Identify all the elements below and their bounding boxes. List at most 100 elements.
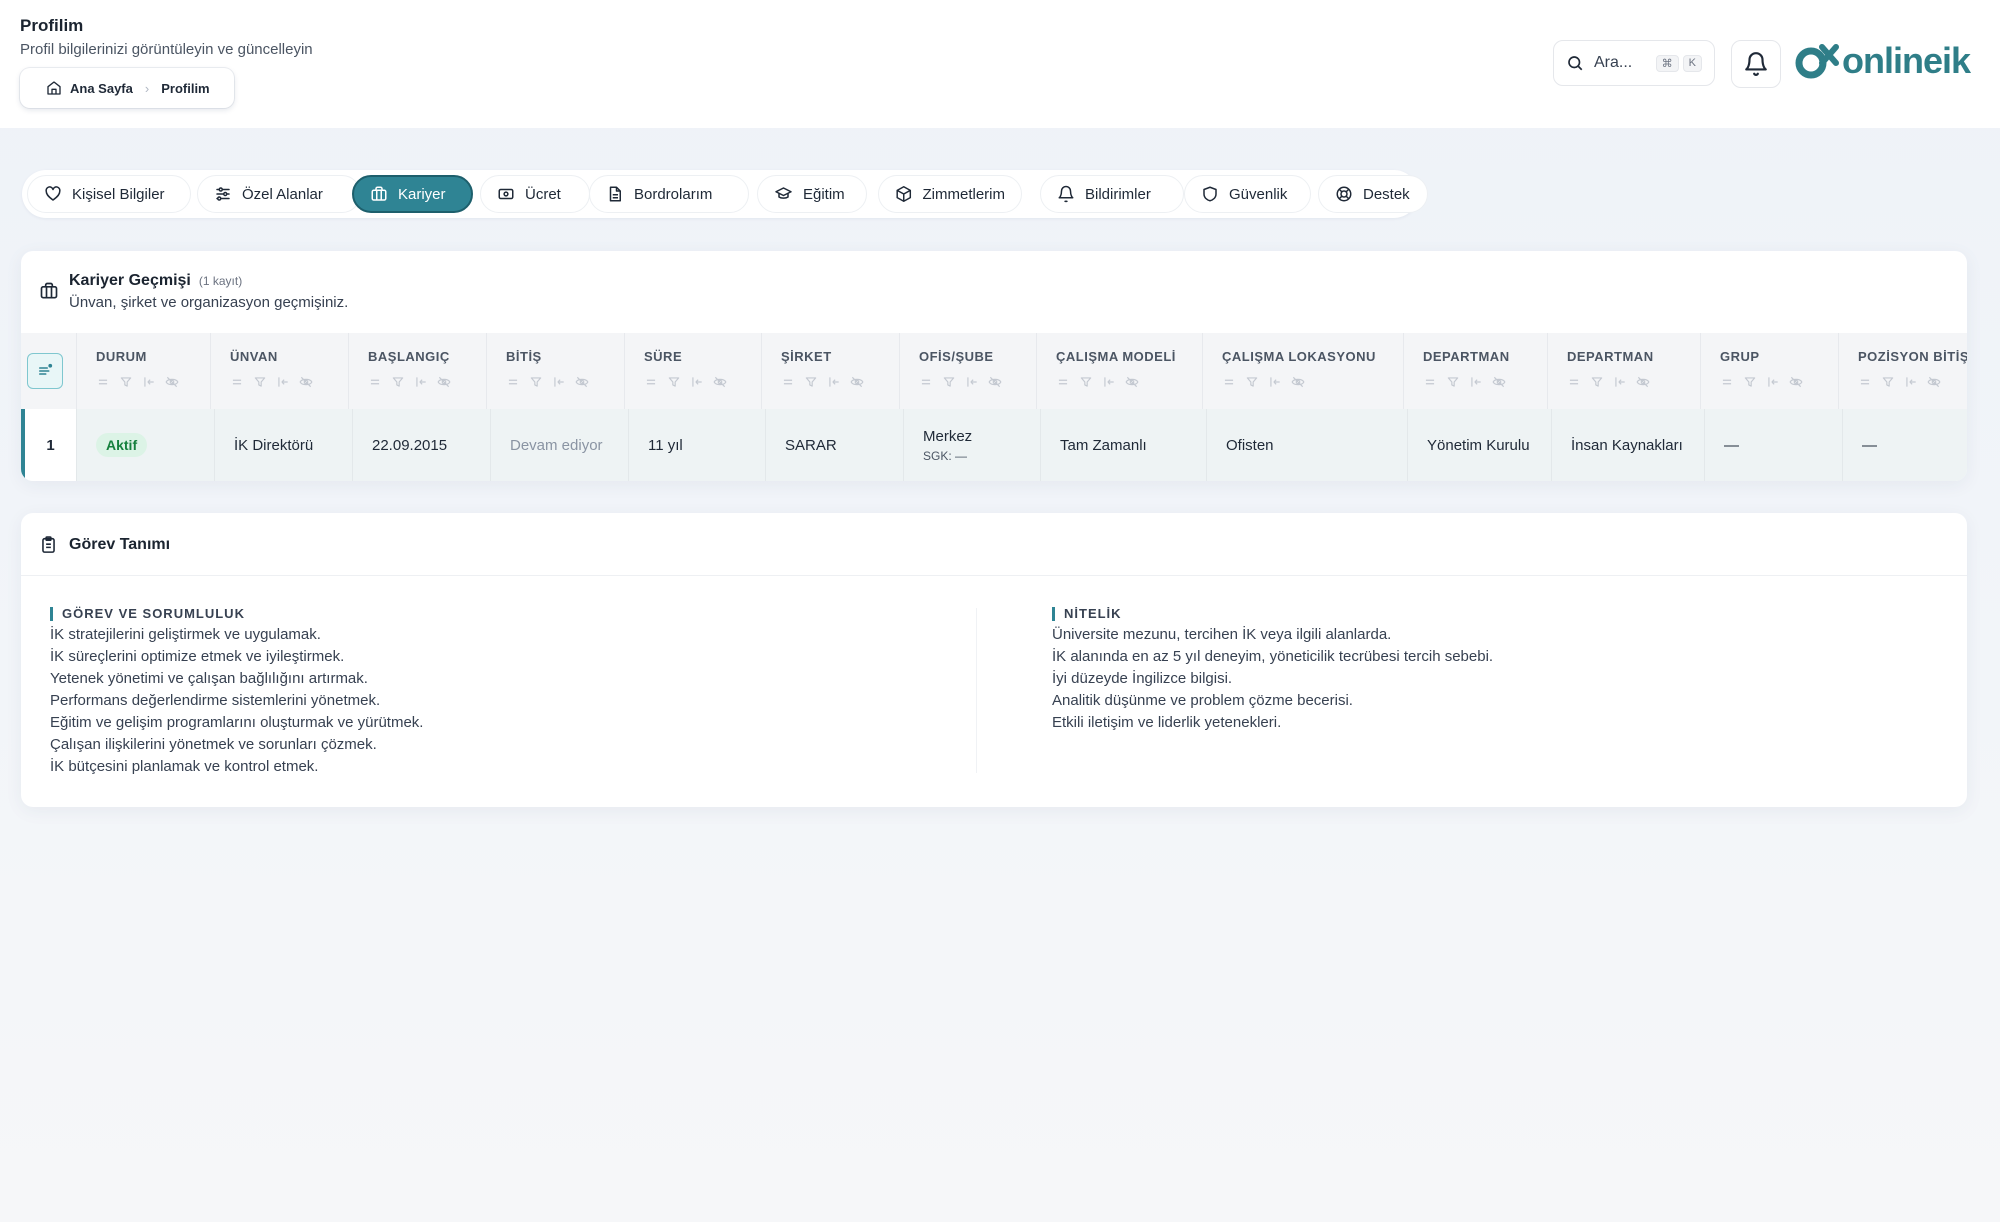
tab-bordrolarim[interactable]: Bordrolarım <box>589 175 749 213</box>
column-header[interactable]: POZİSYON BİTİŞ <box>1839 333 1967 409</box>
hide-column-icon[interactable] <box>1291 375 1305 389</box>
column-header[interactable]: GRUP <box>1701 333 1839 409</box>
filter-icon[interactable] <box>1743 375 1757 389</box>
tab-destek[interactable]: Destek <box>1318 175 1428 213</box>
tab-kisisel-bilgiler[interactable]: Kişisel Bilgiler <box>27 175 191 213</box>
hide-column-icon[interactable] <box>299 375 313 389</box>
pin-left-icon[interactable] <box>414 375 428 389</box>
column-header[interactable]: DEPARTMAN <box>1548 333 1701 409</box>
hide-column-icon[interactable] <box>850 375 864 389</box>
tab-guvenlik[interactable]: Güvenlik <box>1184 175 1311 213</box>
pin-left-icon[interactable] <box>276 375 290 389</box>
sort-icon[interactable] <box>1858 375 1872 389</box>
sort-icon[interactable] <box>1720 375 1734 389</box>
column-header[interactable]: ÇALIŞMA LOKASYONU <box>1203 333 1404 409</box>
column-header[interactable]: ÜNVAN <box>211 333 349 409</box>
sort-icon[interactable] <box>506 375 520 389</box>
sort-icon[interactable] <box>96 375 110 389</box>
hide-column-icon[interactable] <box>988 375 1002 389</box>
column-header[interactable]: DURUM <box>77 333 211 409</box>
pin-left-icon[interactable] <box>827 375 841 389</box>
status-badge: Aktif <box>96 433 148 457</box>
bell-icon <box>1058 185 1074 203</box>
search-shortcut: ⌘ K <box>1655 54 1702 72</box>
column-actions <box>230 375 313 389</box>
pin-left-icon[interactable] <box>1102 375 1116 389</box>
hide-column-icon[interactable] <box>1492 375 1506 389</box>
sort-icon[interactable] <box>1056 375 1070 389</box>
filter-icon[interactable] <box>119 375 133 389</box>
pin-left-icon[interactable] <box>1613 375 1627 389</box>
status-cell: Aktif <box>77 409 215 481</box>
shield-icon <box>1203 186 1217 202</box>
duty-line: İK stratejilerini geliştirmek ve uygulam… <box>50 626 321 643</box>
column-settings-button[interactable] <box>27 353 63 389</box>
tab-egitim[interactable]: Eğitim <box>757 175 867 213</box>
sort-icon[interactable] <box>1567 375 1581 389</box>
filter-icon[interactable] <box>391 375 405 389</box>
position-end-cell: — <box>1862 436 1877 454</box>
column-header[interactable]: OFİS/ŞUBE <box>900 333 1037 409</box>
filter-icon[interactable] <box>1079 375 1093 389</box>
sort-icon[interactable] <box>368 375 382 389</box>
column-header[interactable]: SÜRE <box>625 333 762 409</box>
filter-icon[interactable] <box>942 375 956 389</box>
sort-icon[interactable] <box>644 375 658 389</box>
group-cell: — <box>1705 409 1843 481</box>
sort-icon[interactable] <box>230 375 244 389</box>
tab-bildirimler[interactable]: Bildirimler <box>1040 175 1184 213</box>
tab-kariyer[interactable]: Kariyer <box>352 175 473 213</box>
sort-icon[interactable] <box>1222 375 1236 389</box>
hide-column-icon[interactable] <box>1636 375 1650 389</box>
notifications-button[interactable] <box>1731 40 1781 88</box>
duty-line: İK süreçlerini optimize etmek ve iyileşt… <box>50 648 345 665</box>
table-row[interactable]: 1 Aktif İK Direktörü 22.09.2015 Devam ed… <box>21 409 1967 481</box>
breadcrumb-home-label: Ana Sayfa <box>70 80 133 96</box>
table-header: DURUM ÜNVAN BAŞLANGIÇ BİTİŞ SÜRE ŞİRKET OFİS/Ş… <box>21 333 1967 411</box>
column-header[interactable]: BİTİŞ <box>487 333 625 409</box>
column-header[interactable]: DEPARTMAN <box>1404 333 1548 409</box>
pin-left-icon[interactable] <box>690 375 704 389</box>
hide-column-icon[interactable] <box>713 375 727 389</box>
filter-icon[interactable] <box>667 375 681 389</box>
hide-column-icon[interactable] <box>1927 375 1941 389</box>
pin-left-icon[interactable] <box>142 375 156 389</box>
pin-left-icon[interactable] <box>1904 375 1918 389</box>
pin-left-icon[interactable] <box>552 375 566 389</box>
sort-icon[interactable] <box>919 375 933 389</box>
tab-ozel-alanlar[interactable]: Özel Alanlar <box>197 175 361 213</box>
hide-column-icon[interactable] <box>575 375 589 389</box>
column-header-label: BİTİŞ <box>506 349 542 364</box>
hide-column-icon[interactable] <box>437 375 451 389</box>
filter-icon[interactable] <box>804 375 818 389</box>
tab-label: Destek <box>1363 185 1410 203</box>
hide-column-icon[interactable] <box>1125 375 1139 389</box>
column-actions <box>1720 375 1803 389</box>
pin-left-icon[interactable] <box>1268 375 1282 389</box>
column-header[interactable]: ŞİRKET <box>762 333 900 409</box>
filter-icon[interactable] <box>529 375 543 389</box>
column-actions <box>506 375 589 389</box>
hide-column-icon[interactable] <box>1789 375 1803 389</box>
tab-zimmetlerim[interactable]: Zimmetlerim <box>878 175 1022 213</box>
hide-column-icon[interactable] <box>165 375 179 389</box>
filter-icon[interactable] <box>1590 375 1604 389</box>
tab-ucret[interactable]: Ücret <box>480 175 590 213</box>
column-actions <box>1567 375 1650 389</box>
pin-left-icon[interactable] <box>965 375 979 389</box>
brand-logo[interactable]: onlineik <box>1794 40 1971 82</box>
pin-left-icon[interactable] <box>1766 375 1780 389</box>
filter-icon[interactable] <box>253 375 267 389</box>
search-input[interactable]: Ara... ⌘ K <box>1553 40 1715 86</box>
column-header[interactable]: ÇALIŞMA MODELİ <box>1037 333 1203 409</box>
filter-icon[interactable] <box>1881 375 1895 389</box>
column-actions <box>781 375 864 389</box>
end-date-cell: Devam ediyor <box>491 409 629 481</box>
filter-icon[interactable] <box>1446 375 1460 389</box>
column-header[interactable]: BAŞLANGIÇ <box>349 333 487 409</box>
sort-icon[interactable] <box>781 375 795 389</box>
breadcrumb-home[interactable]: Ana Sayfa <box>46 80 133 96</box>
filter-icon[interactable] <box>1245 375 1259 389</box>
sort-icon[interactable] <box>1423 375 1437 389</box>
pin-left-icon[interactable] <box>1469 375 1483 389</box>
